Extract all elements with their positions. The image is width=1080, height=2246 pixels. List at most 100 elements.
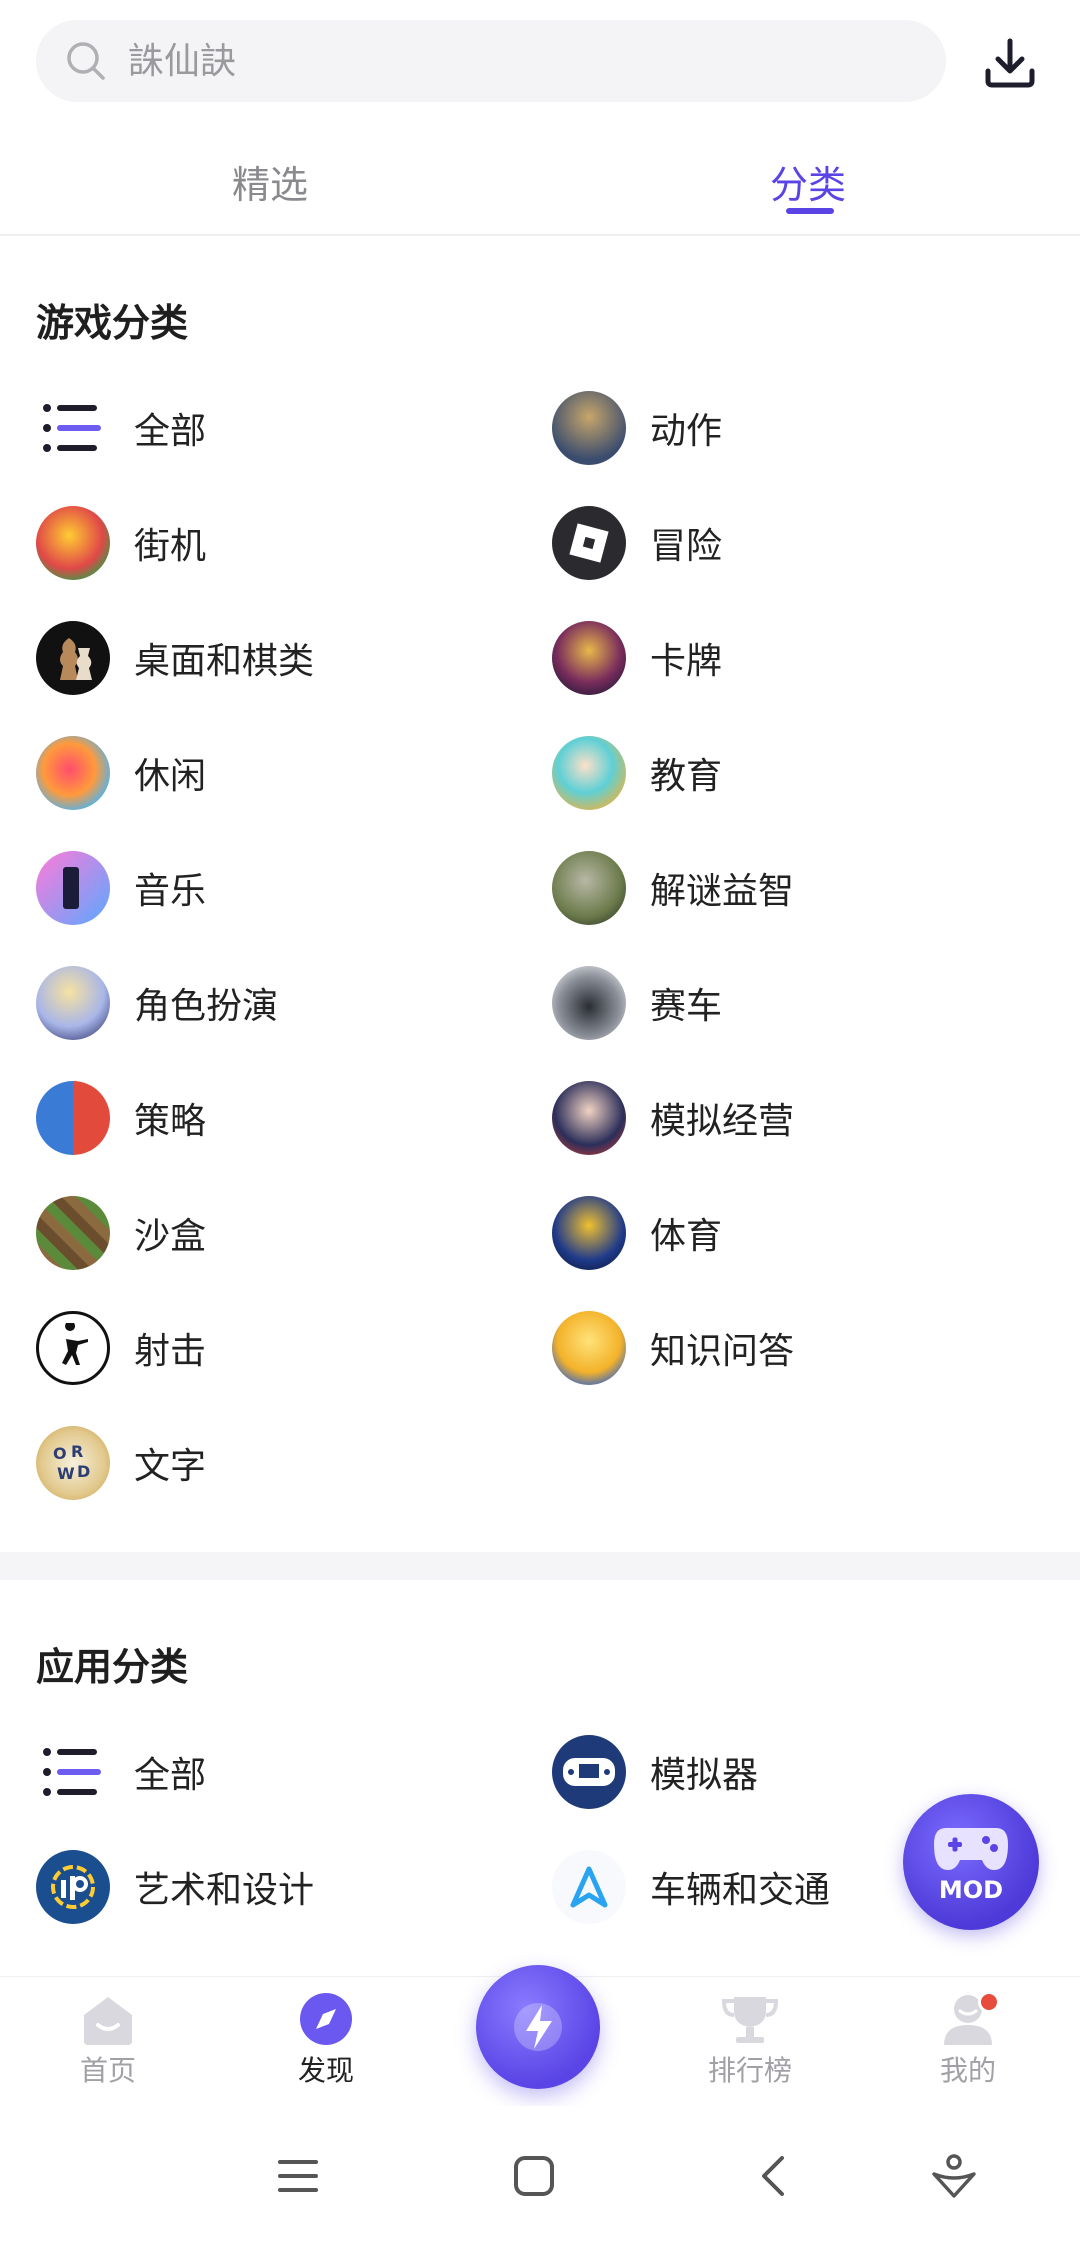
assistant-button[interactable] [924,2146,984,2206]
home-icon [84,1997,132,2045]
game-category-simulation[interactable]: 模拟经营 [552,1078,794,1158]
assistant-icon [932,2154,976,2198]
category-label: 沙盒 [134,1216,207,1257]
game-category-racing[interactable]: 赛车 [552,963,722,1043]
tab-active-indicator [786,208,834,214]
category-label: 模拟器 [650,1755,759,1796]
nav-profile-label: 我的 [939,2054,996,2087]
game-category-trivia[interactable]: 知识问答 [552,1308,794,1388]
category-label: 角色扮演 [134,986,279,1027]
category-label: 桌面和棋类 [134,641,315,682]
menu-icon [278,2160,318,2192]
game-category-music[interactable]: 音乐 [36,848,206,928]
racing-car-icon [552,966,626,1040]
game-category-puzzle[interactable]: 解谜益智 [552,848,794,928]
counter-strike-icon [36,1311,110,1385]
category-label: 音乐 [134,871,207,912]
talking-tom-icon [552,851,626,925]
clash-royale-icon [36,1081,110,1155]
nav-home[interactable]: 首页 [38,1991,178,2089]
emulator-icon [552,1735,626,1809]
nav-discover[interactable]: 发现 [256,1991,396,2089]
yugioh-icon [552,621,626,695]
tab-category[interactable]: 分类 [770,154,846,209]
list-icon [36,1735,110,1809]
category-label: 射击 [134,1331,207,1372]
category-label: 文字 [134,1446,207,1487]
nav-ranking[interactable]: 排行榜 [680,1991,820,2089]
game-category-education[interactable]: 教育 [552,733,722,813]
nav-boost-button[interactable] [476,1965,600,2089]
svg-text:D: D [77,1462,90,1481]
svg-text:O: O [53,1444,67,1463]
download-icon [985,38,1035,88]
square-icon [514,2156,554,2196]
game-category-board[interactable]: 桌面和棋类 [36,618,314,698]
compass-icon [300,1993,352,2045]
category-label: 艺术和设计 [134,1870,315,1911]
game-section-title: 游戏分类 [36,301,189,345]
game-category-casual[interactable]: 休闲 [36,733,206,813]
chess-icon [36,621,110,695]
game-category-adventure[interactable]: 冒险 [552,503,722,583]
category-label: 卡牌 [650,641,723,682]
tab-bar: 精选 分类 [0,140,1080,236]
app-category-emulator[interactable]: 模拟器 [552,1732,758,1812]
game-category-arcade[interactable]: 街机 [36,503,206,583]
toca-boca-icon [552,736,626,810]
roblox-icon [552,506,626,580]
category-label: 冒险 [650,526,723,567]
game-category-action[interactable]: 动作 [552,388,722,468]
pubg-game-icon [552,391,626,465]
game-category-shooter[interactable]: 射击 [36,1308,206,1388]
app-category-all[interactable]: 全部 [36,1732,206,1812]
trophy-icon [721,1997,779,2043]
search-input[interactable] [128,40,888,82]
nav-ranking-label: 排行榜 [707,2054,792,2087]
category-label: 全部 [134,411,207,452]
mod-label: MOD [938,1876,1004,1904]
game-category-all[interactable]: 全部 [36,388,206,468]
app-category-vehicles[interactable]: 车辆和交通 [552,1847,830,1927]
game-category-card[interactable]: 卡牌 [552,618,722,698]
game-category-sandbox[interactable]: 沙盒 [36,1193,206,1273]
word-game-icon: ORWD [36,1426,110,1500]
lightning-icon [514,2003,562,2051]
minecraft-icon [36,1196,110,1270]
sakura-school-icon [552,1081,626,1155]
game-category-word[interactable]: ORWD 文字 [36,1423,206,1503]
search-icon [67,42,105,80]
gamepad-icon [934,1828,1008,1870]
candy-crush-icon [36,736,110,810]
game-category-strategy[interactable]: 策略 [36,1078,206,1158]
piano-tiles-icon [36,851,110,925]
category-label: 车辆和交通 [650,1870,831,1911]
recent-apps-button[interactable] [268,2146,328,2206]
category-label: 模拟经营 [650,1101,795,1142]
list-icon [36,391,110,465]
category-label: 动作 [650,411,723,452]
trivia-bulb-icon [552,1311,626,1385]
notification-dot [978,1991,1000,2013]
app-category-art-design[interactable]: 艺术和设计 [36,1847,314,1927]
category-label: 赛车 [650,986,723,1027]
section-divider [0,1552,1080,1580]
back-chevron-icon [762,2156,784,2196]
bottom-nav: 首页 发现 排行榜 我的 [0,1965,1080,2106]
efootball-icon [552,1196,626,1270]
mod-floating-button[interactable]: MOD [903,1794,1039,1930]
category-label: 体育 [650,1216,723,1257]
category-label: 街机 [134,526,207,567]
home-button[interactable] [504,2146,564,2206]
category-label: 知识问答 [650,1331,795,1372]
search-bar[interactable] [36,20,946,102]
category-label: 全部 [134,1755,207,1796]
game-category-sports[interactable]: 体育 [552,1193,722,1273]
download-button[interactable] [975,28,1045,98]
nav-profile[interactable]: 我的 [898,1991,1038,2089]
anime-girl-icon [36,966,110,1040]
back-button[interactable] [744,2146,804,2206]
tab-featured[interactable]: 精选 [232,154,308,209]
game-category-rpg[interactable]: 角色扮演 [36,963,278,1043]
category-label: 教育 [650,756,723,797]
